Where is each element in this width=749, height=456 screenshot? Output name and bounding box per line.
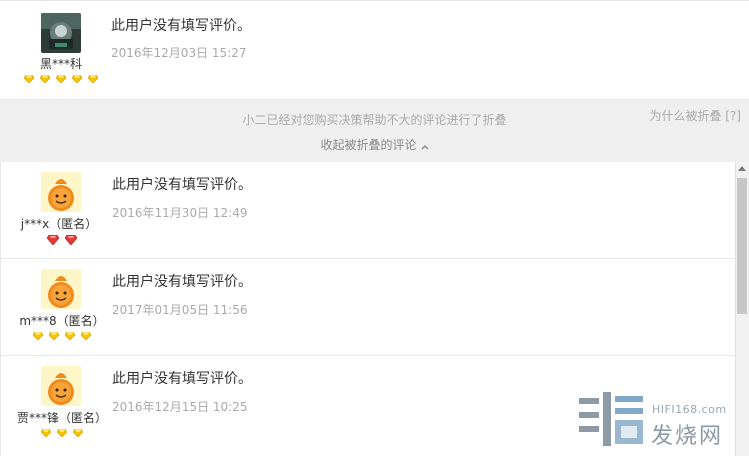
gold-diamond-icon — [81, 332, 92, 340]
avatar[interactable] — [41, 13, 81, 53]
gold-diamond-icon — [23, 75, 34, 83]
watermark-logo-icon — [579, 392, 643, 446]
review-content: 此用户没有填写评价。 — [112, 371, 252, 387]
gold-diamond-icon — [56, 75, 66, 83]
scrollbar-thumb[interactable] — [737, 178, 747, 314]
gold-diamond-icon — [88, 75, 99, 83]
fold-notice: 小二已经对您购买决策帮助不大的评论进行了折叠 — [242, 113, 507, 127]
review-item: m***8（匿名） 此用户没有填写评价。 2017年01月05日 11:56 — [1, 259, 737, 356]
review-content: 此用户没有填写评价。 — [112, 177, 252, 193]
watermark-site: HIFI168.com — [652, 403, 727, 416]
review-date: 2017年01月05日 11:56 — [112, 303, 248, 317]
review-item: 黑***科 此用户没有填写评价。 2016年12月03日 15:27 — [0, 0, 749, 100]
review-date: 2016年12月15日 10:25 — [112, 400, 248, 414]
scroll-up-arrow-icon[interactable] — [738, 166, 746, 171]
folded-reviews-banner: 小二已经对您购买决策帮助不大的评论进行了折叠 收起被折叠的评论 为什么被折叠 [… — [0, 100, 749, 162]
gold-diamond-icon — [39, 75, 50, 83]
default-avatar-icon[interactable] — [41, 269, 81, 309]
review-date: 2016年11月30日 12:49 — [112, 206, 248, 220]
gold-diamond-icon — [40, 429, 51, 437]
username[interactable]: 黑***科 — [0, 55, 122, 72]
gold-diamond-icon — [48, 332, 59, 340]
username[interactable]: 贾***锋（匿名） — [1, 409, 123, 426]
red-heart-icon — [46, 235, 59, 245]
gold-diamond-icon — [32, 332, 43, 340]
why-folded-link[interactable]: 为什么被折叠 [?] — [649, 107, 741, 124]
username[interactable]: m***8（匿名） — [1, 312, 123, 329]
review-item: j***x（匿名） 此用户没有填写评价。 2016年11月30日 12:49 — [1, 162, 737, 259]
review-content: 此用户没有填写评价。 — [112, 274, 252, 290]
review-content: 此用户没有填写评价。 — [111, 18, 251, 34]
collapse-folded-link[interactable]: 收起被折叠的评论 — [0, 136, 749, 153]
default-avatar-icon[interactable] — [41, 366, 81, 406]
username[interactable]: j***x（匿名） — [0, 215, 120, 232]
gold-diamond-icon — [57, 429, 67, 437]
review-date: 2016年12月03日 15:27 — [111, 46, 247, 60]
buyer-level-badges — [1, 429, 123, 441]
red-heart-icon — [65, 235, 78, 245]
buyer-level-badges — [0, 75, 122, 87]
gold-diamond-icon — [72, 75, 83, 83]
gold-diamond-icon — [65, 332, 76, 340]
collapse-folded-label[interactable]: 收起被折叠的评论 — [320, 138, 416, 152]
buyer-level-badges — [1, 235, 123, 247]
site-watermark: HIFI168.com 发烧网 — [577, 392, 747, 452]
default-avatar-icon[interactable] — [41, 172, 81, 212]
buyer-level-badges — [1, 332, 123, 344]
chevron-up-icon[interactable] — [421, 139, 429, 153]
review-list-page: 黑***科 此用户没有填写评价。 2016年12月03日 15:27 小二已经对… — [0, 0, 749, 456]
watermark-name: 发烧网 — [651, 424, 724, 449]
gold-diamond-icon — [73, 429, 84, 437]
